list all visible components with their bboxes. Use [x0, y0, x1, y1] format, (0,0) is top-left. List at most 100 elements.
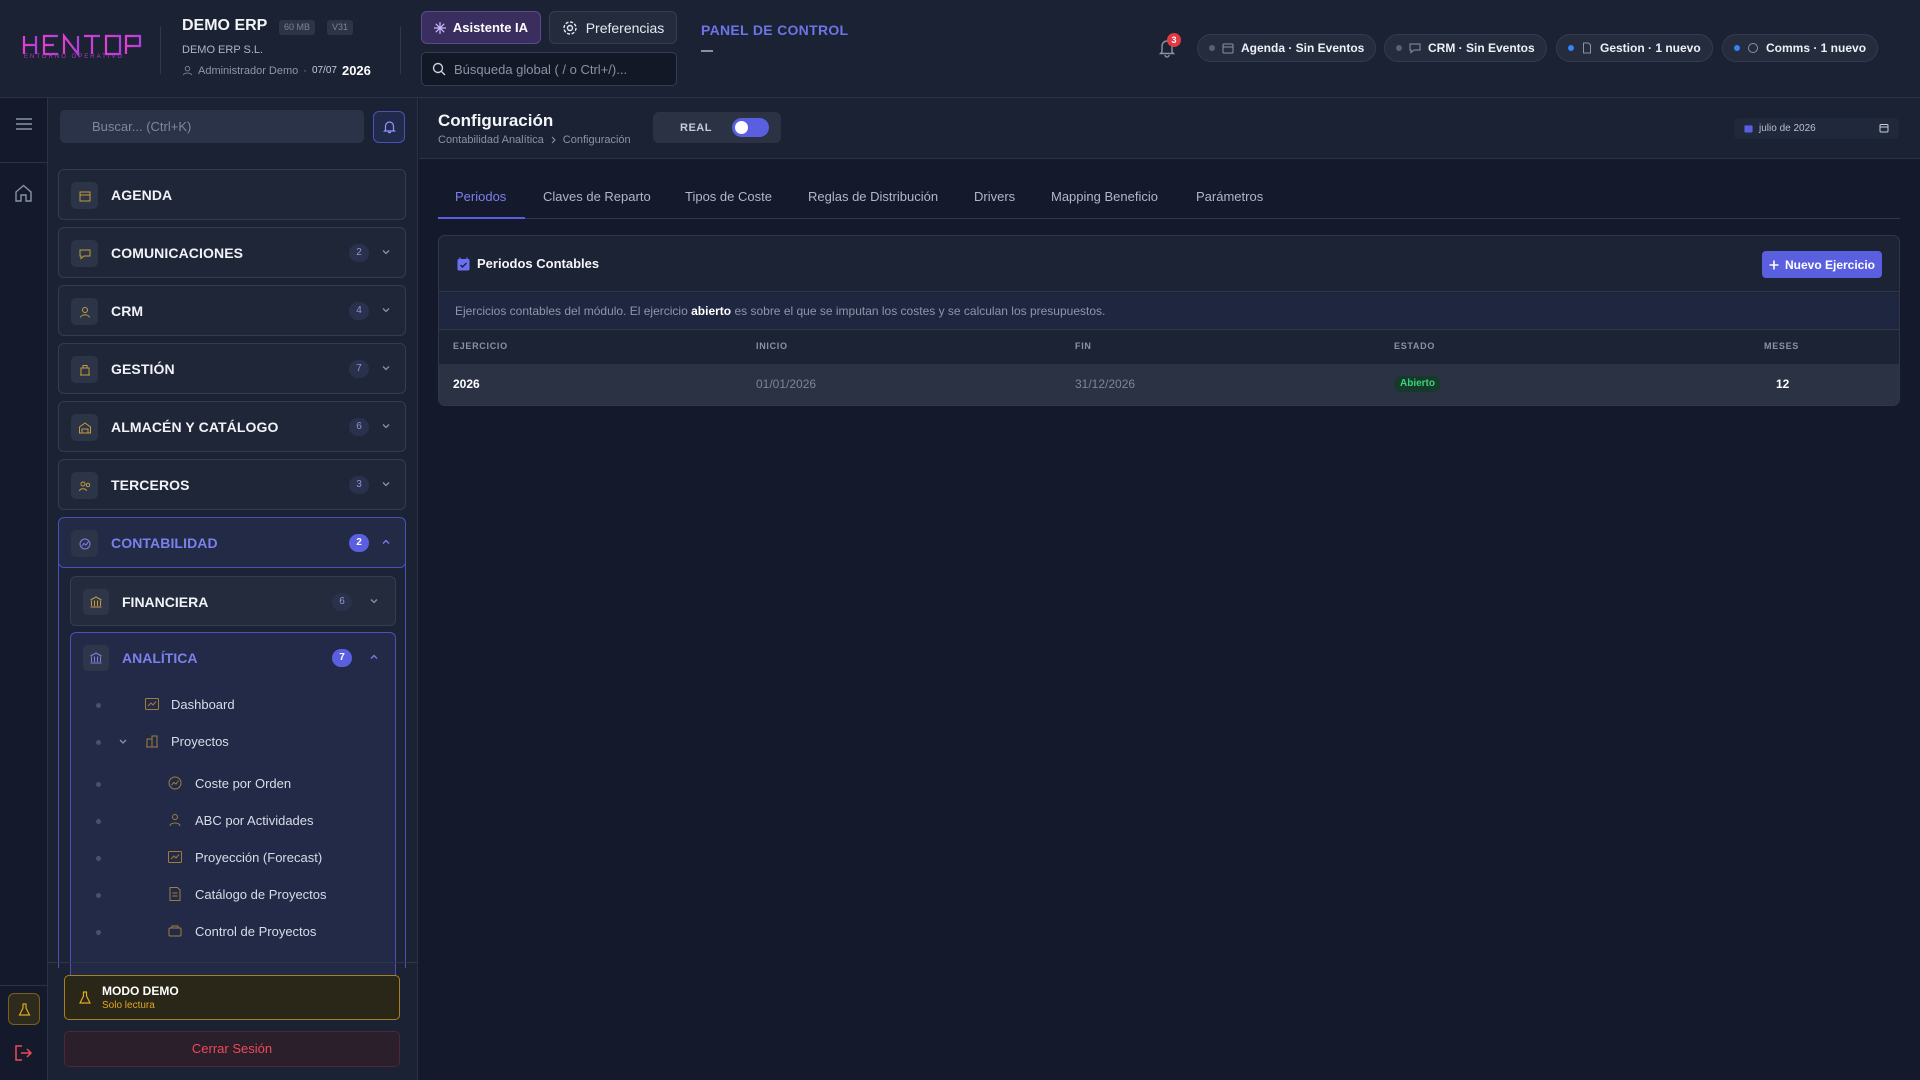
- tab-reglas-distribucion[interactable]: Reglas de Distribución: [808, 185, 938, 219]
- toggle-knob: [735, 121, 748, 134]
- column-header-ejercicio[interactable]: EJERCICIO: [453, 341, 508, 351]
- item-bullet: [96, 740, 101, 745]
- calendar-check-icon: [457, 257, 470, 271]
- user-name: Administrador Demo: [198, 64, 299, 77]
- ai-assistant-button[interactable]: Asistente IA: [421, 11, 541, 44]
- mode-toggle[interactable]: [732, 118, 769, 137]
- tab-tipos-coste[interactable]: Tipos de Coste: [685, 185, 772, 219]
- column-header-inicio[interactable]: INICIO: [756, 341, 788, 351]
- dashboard-icon: [145, 698, 159, 710]
- tab-parametros[interactable]: Parámetros: [1196, 185, 1263, 219]
- sidebar-item-catalogo-proyectos[interactable]: Catálogo de Proyectos: [96, 883, 396, 907]
- global-search-input[interactable]: [454, 61, 664, 77]
- chevron-up-icon: [370, 654, 378, 659]
- column-header-fin[interactable]: FIN: [1075, 341, 1092, 351]
- panel-title-underline: [701, 50, 713, 52]
- sidebar-notifications-button[interactable]: [373, 111, 405, 143]
- table-row[interactable]: [439, 364, 1899, 405]
- card-description: Ejercicios contables del módulo. El ejer…: [439, 293, 1899, 330]
- sidebar-item-label: ABC por Actividades: [195, 813, 314, 828]
- chat-icon: [1409, 43, 1421, 54]
- preferences-button[interactable]: Preferencias: [549, 11, 677, 44]
- item-bullet: [96, 782, 101, 787]
- chevron-down-icon: [119, 739, 127, 744]
- sidebar-item-coste-por-orden[interactable]: Coste por Orden: [96, 772, 396, 796]
- bank-icon: [83, 589, 109, 615]
- cell-fin: 31/12/2026: [1075, 377, 1136, 391]
- period-date-picker[interactable]: julio de 2026: [1734, 118, 1899, 139]
- sidebar-search-input[interactable]: [92, 119, 352, 134]
- sidebar-module-contabilidad[interactable]: CONTABILIDAD 2: [58, 517, 406, 568]
- sidebar-submodule-label: FINANCIERA: [122, 594, 209, 610]
- sidebar-item-abc-actividades[interactable]: ABC por Actividades: [96, 809, 396, 833]
- chip-agenda[interactable]: Agenda · Sin Eventos: [1197, 34, 1377, 62]
- chip-dot: [1734, 45, 1740, 51]
- logout-icon[interactable]: [14, 1044, 33, 1062]
- mode-switch: REAL: [653, 112, 781, 143]
- sidebar-item-label: Catálogo de Proyectos: [195, 887, 327, 902]
- new-fiscal-year-button[interactable]: Nuevo Ejercicio: [1762, 251, 1882, 278]
- company-name: DEMO ERP S.L.: [182, 44, 264, 56]
- demo-mode-button[interactable]: [8, 993, 40, 1025]
- column-header-meses[interactable]: MESES: [1764, 341, 1799, 351]
- message-icon: [1748, 43, 1758, 53]
- item-bullet: [96, 819, 101, 824]
- sidebar-module-label: ALMACÉN Y CATÁLOGO: [111, 418, 279, 435]
- description-bold: abierto: [691, 304, 732, 318]
- hamburger-menu-icon[interactable]: [15, 117, 33, 131]
- chip-dot: [1396, 45, 1402, 51]
- chip-comms[interactable]: Comms · 1 nuevo: [1722, 34, 1879, 62]
- chip-crm[interactable]: CRM · Sin Eventos: [1384, 34, 1547, 62]
- calendar-icon: [1744, 125, 1753, 133]
- new-fiscal-year-label: Nuevo Ejercicio: [1784, 257, 1876, 272]
- current-year[interactable]: 2026: [342, 63, 371, 78]
- sidebar-module-comunicaciones[interactable]: COMUNICACIONES 2: [58, 227, 406, 278]
- sidebar-item-control-proyectos[interactable]: Control de Proyectos: [96, 920, 396, 944]
- header-divider: [160, 26, 161, 74]
- panel-title[interactable]: PANEL DE CONTROL: [701, 22, 848, 38]
- sidebar-module-terceros[interactable]: TERCEROS 3: [58, 459, 406, 510]
- chip-crm-label: CRM · Sin Eventos: [1428, 41, 1535, 55]
- sidebar-module-agenda[interactable]: AGENDA: [58, 169, 406, 220]
- demo-mode-title: MODO DEMO: [102, 984, 179, 998]
- forecast-icon: [168, 851, 182, 863]
- tab-mapping-beneficio[interactable]: Mapping Beneficio: [1051, 185, 1158, 219]
- chip-gestion-label: Gestion · 1 nuevo: [1600, 41, 1701, 55]
- tab-drivers[interactable]: Drivers: [974, 185, 1015, 219]
- tab-periodos[interactable]: Periodos: [455, 185, 506, 219]
- sidebar-search[interactable]: [60, 110, 364, 143]
- column-header-estado[interactable]: ESTADO: [1394, 341, 1435, 351]
- sidebar-module-gestion[interactable]: GESTIÓN 7: [58, 343, 406, 394]
- sidebar-item-dashboard[interactable]: Dashboard: [96, 693, 396, 717]
- sidebar-module-label: CONTABILIDAD: [111, 534, 218, 551]
- logo-subtitle: ENTORNO OPERATIVO: [24, 54, 125, 60]
- size-tag: 60 MB: [279, 20, 316, 35]
- bell-icon: [382, 121, 396, 134]
- home-icon[interactable]: [14, 184, 33, 202]
- sidebar-item-forecast[interactable]: Proyección (Forecast): [96, 846, 396, 870]
- config-tabs: Periodos Claves de Reparto Tipos de Cost…: [438, 185, 1900, 219]
- active-tab-indicator: [438, 217, 525, 219]
- chevron-down-icon: [382, 308, 390, 313]
- card-header: [439, 236, 1899, 292]
- chip-gestion[interactable]: Gestion · 1 nuevo: [1556, 34, 1713, 62]
- module-count-badge: 7: [349, 360, 369, 378]
- calendar-picker-icon[interactable]: [1879, 123, 1889, 133]
- sidebar-item-label: Proyectos: [171, 734, 229, 749]
- sidebar-item-label: Proyección (Forecast): [195, 850, 323, 865]
- sidebar-module-crm[interactable]: CRM 4: [58, 285, 406, 336]
- sidebar-item-label: Coste por Orden: [195, 776, 292, 791]
- sidebar-module-almacen[interactable]: ALMACÉN Y CATÁLOGO 6: [58, 401, 406, 452]
- flask-icon: [79, 991, 91, 1004]
- tab-claves-reparto[interactable]: Claves de Reparto: [543, 185, 651, 219]
- module-count-badge: 6: [349, 418, 369, 436]
- sidebar-submodule-financiera[interactable]: FINANCIERA 6: [70, 576, 396, 626]
- module-count-badge: 2: [349, 534, 369, 552]
- global-search[interactable]: [421, 52, 677, 86]
- gear-icon: [563, 20, 577, 35]
- breadcrumb-item[interactable]: Contabilidad Analítica: [438, 134, 544, 146]
- logout-button[interactable]: Cerrar Sesión: [64, 1031, 400, 1067]
- breadcrumb-item: Configuración: [562, 134, 631, 146]
- sidebar-item-proyectos[interactable]: Proyectos: [96, 730, 396, 754]
- sidebar-module-label: GESTIÓN: [111, 360, 175, 377]
